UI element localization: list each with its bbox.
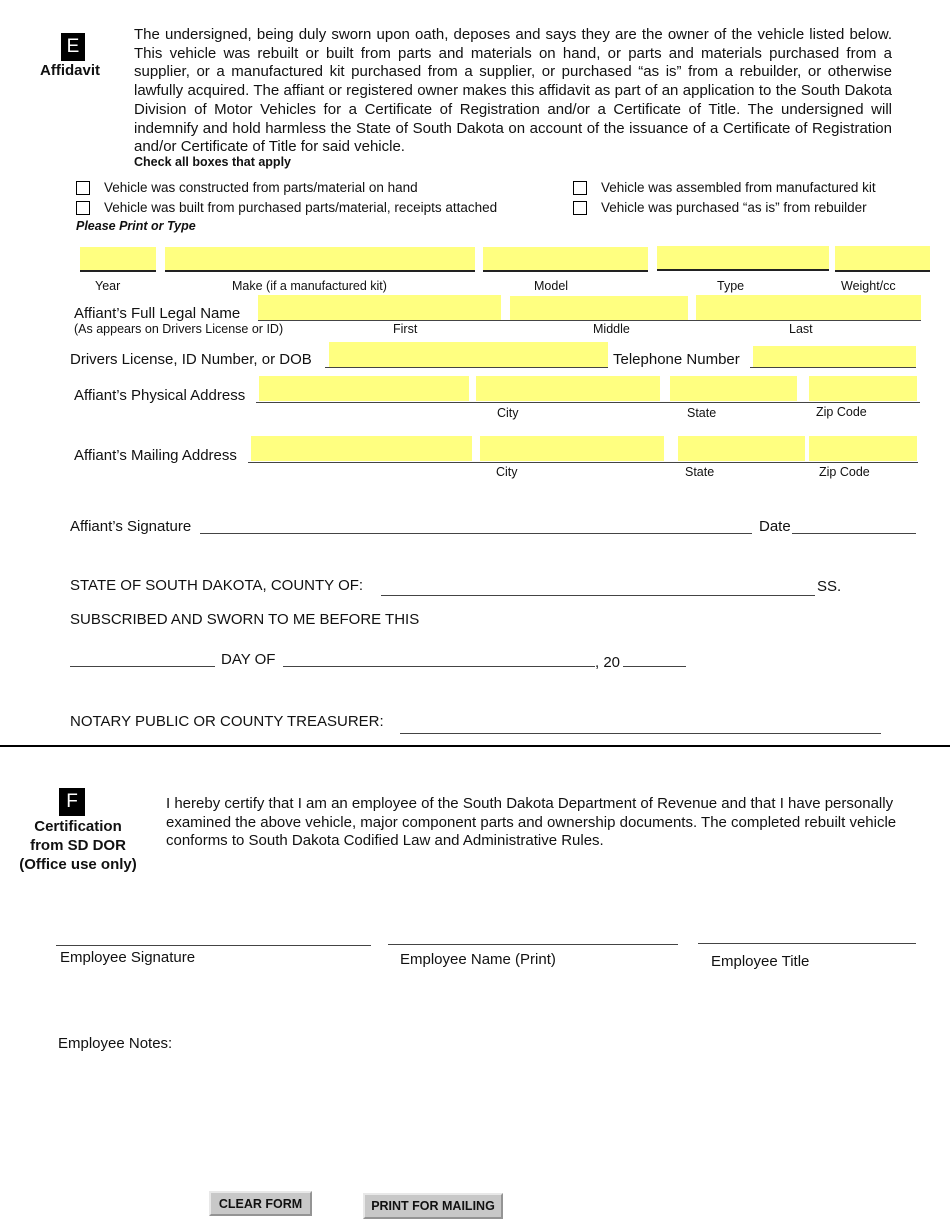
section-e-badge: E	[61, 33, 85, 61]
date-label: Date	[759, 518, 791, 535]
day-line[interactable]	[70, 666, 215, 667]
section-e-title: Affidavit	[40, 62, 100, 79]
checkbox-row-as-is-rebuilder[interactable]: Vehicle was purchased “as is” from rebui…	[573, 200, 867, 215]
checkbox-parts-on-hand[interactable]	[76, 180, 90, 195]
employee-title-label: Employee Title	[711, 953, 810, 970]
weight-underline	[835, 270, 930, 272]
checkbox-row-purchased-parts[interactable]: Vehicle was built from purchased parts/m…	[76, 200, 497, 215]
middle-caption: Middle	[593, 322, 630, 336]
section-f-badge: F	[59, 788, 85, 816]
weight-caption: Weight/cc	[841, 279, 896, 293]
employee-notes-label: Employee Notes:	[58, 1035, 173, 1052]
notary-line[interactable]	[400, 733, 881, 734]
model-underline	[483, 270, 648, 272]
weight-input[interactable]	[835, 246, 930, 270]
full-name-underline	[258, 320, 921, 321]
checkbox-purchased-parts[interactable]	[76, 200, 90, 215]
type-caption: Type	[717, 279, 745, 293]
model-caption: Model	[534, 279, 569, 293]
model-input[interactable]	[483, 247, 648, 271]
checkbox-row-parts-on-hand[interactable]: Vehicle was constructed from parts/mater…	[76, 180, 418, 195]
print-for-mailing-button[interactable]: PRINT FOR MAILING	[363, 1193, 503, 1219]
mailing-city-caption: City	[496, 465, 518, 479]
sworn-label: SUBSCRIBED AND SWORN TO ME BEFORE THIS	[70, 611, 420, 628]
last-caption: Last	[789, 322, 813, 336]
middle-name-input[interactable]	[510, 296, 688, 320]
mailing-street-input[interactable]	[251, 436, 472, 461]
mailing-address-label: Affiant’s Mailing Address	[74, 447, 237, 464]
affidavit-paragraph: The undersigned, being duly sworn upon o…	[134, 26, 892, 156]
dl-label: Drivers License, ID Number, or DOB	[70, 351, 312, 368]
physical-zip-caption: Zip Code	[816, 405, 867, 419]
year-underline	[80, 270, 156, 272]
employee-signature-label: Employee Signature	[60, 949, 196, 966]
make-input[interactable]	[165, 247, 475, 271]
phone-label: Telephone Number	[613, 351, 740, 368]
mailing-zip-caption: Zip Code	[819, 465, 870, 479]
phone-input[interactable]	[753, 346, 916, 367]
ss-label: SS.	[817, 578, 842, 595]
phone-underline	[750, 367, 916, 368]
checkbox-manufactured-kit[interactable]	[573, 180, 587, 195]
certification-paragraph: I hereby certify that I am an employee o…	[166, 795, 897, 850]
section-f-title: Certification from SD DOR (Office use on…	[10, 817, 146, 874]
first-name-input[interactable]	[258, 295, 501, 320]
type-input[interactable]	[657, 246, 829, 269]
physical-address-underline	[256, 402, 920, 403]
section-f-title-line: from SD DOR	[30, 837, 126, 854]
checkbox-as-is-rebuilder[interactable]	[573, 200, 587, 215]
year-line[interactable]	[623, 666, 686, 667]
physical-state-input[interactable]	[670, 376, 797, 401]
date-line[interactable]	[792, 533, 916, 534]
section-divider	[0, 745, 950, 747]
checkbox-label: Vehicle was purchased “as is” from rebui…	[601, 200, 867, 215]
physical-street-input[interactable]	[259, 376, 469, 401]
employee-name-label: Employee Name (Print)	[400, 951, 556, 968]
mailing-state-caption: State	[685, 465, 715, 479]
section-f-title-line: Certification	[34, 818, 122, 835]
checkbox-row-manufactured-kit[interactable]: Vehicle was assembled from manufactured …	[573, 180, 876, 195]
mailing-zip-input[interactable]	[809, 436, 917, 461]
affiant-signature-line[interactable]	[200, 533, 752, 534]
checkbox-label: Vehicle was constructed from parts/mater…	[104, 180, 418, 195]
employee-signature-line[interactable]	[56, 945, 371, 946]
affiant-signature-label: Affiant’s Signature	[70, 518, 192, 535]
full-name-sublabel: (As appears on Drivers License or ID)	[74, 322, 284, 336]
physical-address-label: Affiant’s Physical Address	[74, 387, 246, 404]
year-input[interactable]	[80, 247, 156, 271]
checkbox-label: Vehicle was built from purchased parts/m…	[104, 200, 498, 215]
full-name-label: Affiant’s Full Legal Name	[74, 305, 241, 322]
physical-zip-input[interactable]	[809, 376, 917, 401]
checkbox-label: Vehicle was assembled from manufactured …	[601, 180, 876, 195]
make-underline	[165, 270, 475, 272]
notary-label: NOTARY PUBLIC OR COUNTY TREASURER:	[70, 713, 384, 730]
section-f-title-line: (Office use only)	[19, 856, 137, 873]
clear-form-button[interactable]: CLEAR FORM	[209, 1191, 312, 1216]
employee-name-line[interactable]	[388, 944, 678, 945]
last-name-input[interactable]	[696, 295, 921, 320]
month-line[interactable]	[283, 666, 595, 667]
print-instruction: Please Print or Type	[76, 219, 196, 233]
dl-underline	[325, 367, 608, 368]
day-of-label: DAY OF	[221, 651, 276, 668]
county-label: STATE OF SOUTH DAKOTA, COUNTY OF:	[70, 577, 364, 594]
county-line[interactable]	[381, 595, 815, 596]
physical-city-caption: City	[497, 406, 519, 420]
physical-state-caption: State	[687, 406, 717, 420]
check-instruction: Check all boxes that apply	[134, 155, 291, 169]
type-underline	[657, 269, 829, 271]
year-prefix-label: , 20	[595, 654, 621, 671]
employee-title-line[interactable]	[698, 943, 916, 944]
make-caption: Make (if a manufactured kit)	[232, 279, 387, 293]
mailing-city-input[interactable]	[480, 436, 664, 461]
mailing-state-input[interactable]	[678, 436, 805, 461]
year-caption: Year	[95, 279, 121, 293]
physical-city-input[interactable]	[476, 376, 660, 401]
dl-input[interactable]	[329, 342, 608, 367]
first-caption: First	[393, 322, 418, 336]
mailing-address-underline	[248, 462, 918, 463]
